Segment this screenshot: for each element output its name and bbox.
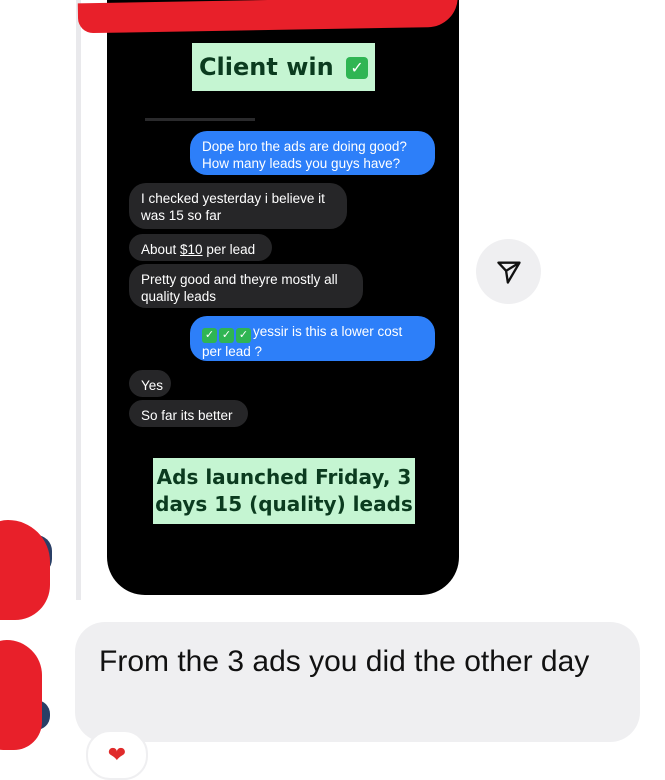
message-text: I checked yesterday i believe it was 15 … [141, 191, 325, 223]
message-bubble: About $10 per lead [129, 234, 272, 261]
message-bubble: Yes [129, 370, 171, 397]
message-bubble: Pretty good and theyre mostly all qualit… [129, 264, 363, 308]
message-text: per lead [202, 242, 256, 257]
message-text: Pretty good and theyre mostly all qualit… [141, 272, 338, 304]
shared-screenshot[interactable]: Client win ✓ Dope bro the ads are doing … [107, 0, 459, 595]
client-win-text: Client win [198, 53, 334, 81]
heart-reaction[interactable]: ❤ [86, 730, 148, 780]
message-text: Yes [141, 378, 164, 393]
check-icon: ✓ [202, 328, 217, 343]
message-text: Dope bro the ads are doing good? How man… [202, 139, 407, 171]
share-button[interactable] [476, 239, 541, 304]
check-icon: ✓ [236, 328, 251, 343]
heart-icon: ❤ [107, 742, 127, 767]
send-icon [496, 261, 521, 284]
reply-text: From the 3 ads you did the other day [99, 645, 590, 678]
check-icon: ✓ [219, 328, 234, 343]
message-bubble: ✓ ✓ ✓ yessir is this a lower cost per lead … [190, 316, 435, 361]
ads-launched-sticker: Ads launched Friday, 3 days 15 (quality)… [153, 458, 415, 524]
client-win-sticker: Client win ✓ [192, 43, 375, 91]
redaction-mark [0, 640, 42, 750]
redaction-mark [0, 520, 50, 620]
thread-line [76, 0, 81, 600]
message-bubble: Dope bro the ads are doing good? How man… [190, 131, 435, 175]
message-bubble: I checked yesterday i believe it was 15 … [129, 183, 347, 229]
sticker-text: Ads launched Friday, 3 days 15 (quality)… [155, 465, 413, 516]
status-divider [145, 118, 255, 121]
message-bubble: So far its better [129, 400, 248, 427]
price-link[interactable]: $10 [180, 242, 203, 257]
reply-message-bubble[interactable]: From the 3 ads you did the other day [75, 622, 640, 742]
message-text: So far its better [141, 408, 233, 423]
check-icon: ✓ [346, 57, 369, 79]
message-text: About [141, 242, 181, 257]
